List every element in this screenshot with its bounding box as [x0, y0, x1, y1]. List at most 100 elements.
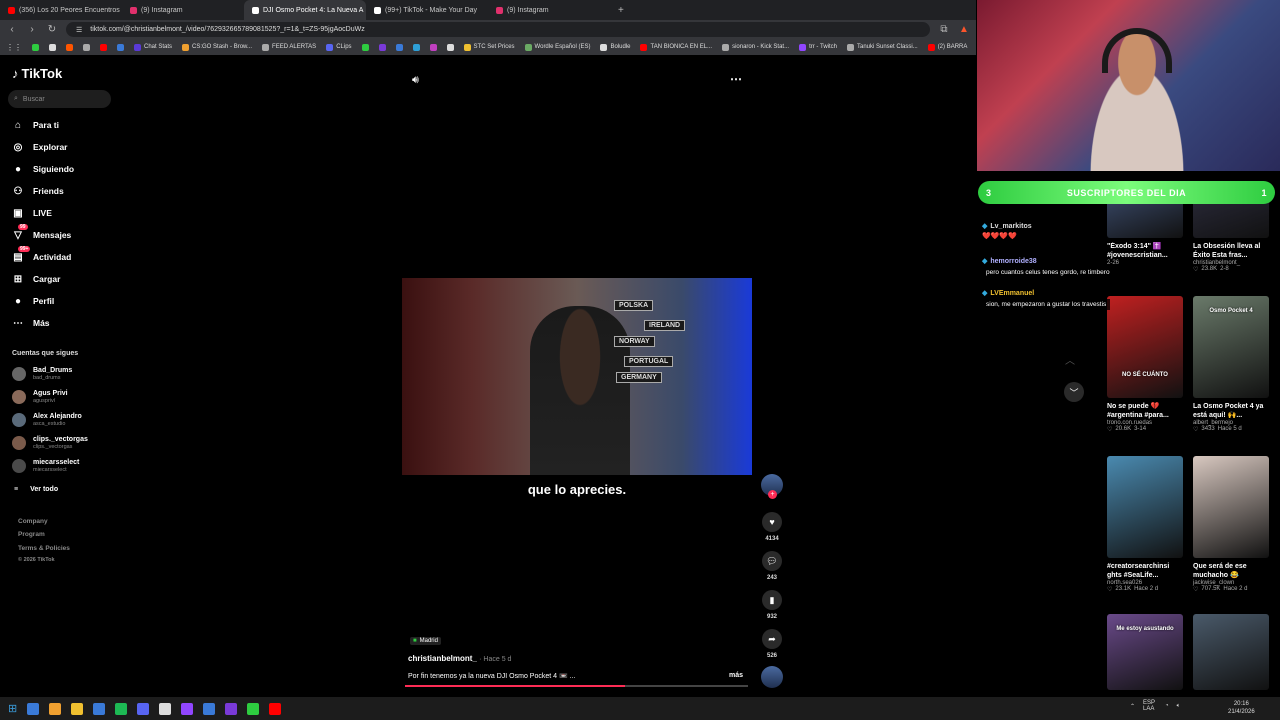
taskbar-app-icon[interactable] — [49, 702, 62, 715]
share-button[interactable]: ➦ 526 — [760, 629, 784, 659]
windows-start-icon[interactable]: ⊞ — [8, 702, 17, 715]
bookmark-item[interactable] — [32, 43, 39, 51]
footer-link[interactable]: Terms & Policies — [18, 545, 70, 552]
bookmark-item[interactable]: CS:GO Stash - Brow... — [182, 43, 252, 51]
chevron-up-icon[interactable]: ︿ — [1065, 352, 1075, 367]
related-video-card[interactable]: NO SÉ CUÁNTO No se puede 💔 #argentina #pa… — [1107, 296, 1183, 433]
nav-item-para-ti[interactable]: ⌂ Para ti — [12, 119, 59, 131]
video-thumbnail[interactable] — [1107, 456, 1183, 558]
bookmark-item[interactable] — [378, 43, 386, 51]
reload-icon[interactable]: ↻ — [46, 24, 58, 35]
taskbar-app-icon[interactable] — [181, 702, 194, 715]
taskbar-app-icon[interactable] — [247, 702, 260, 715]
like-button[interactable]: ♥ 4134 — [760, 512, 784, 542]
taskbar-app-icon[interactable] — [137, 702, 150, 715]
browser-tab[interactable]: (356) Los 20 Peores Encuentros Capt — [0, 0, 122, 20]
wifi-icon[interactable]: ◔ — [1165, 703, 1169, 709]
following-account[interactable]: Bad_Drums bad_drums — [12, 367, 72, 381]
url-field[interactable]: ☰ tiktok.com/@christianbelmont_/video/76… — [66, 22, 930, 37]
browser-tab[interactable]: (9) Instagram — [488, 0, 610, 20]
back-icon[interactable]: ‹ — [6, 24, 18, 35]
taskbar-app-icon[interactable] — [225, 702, 238, 715]
related-video-card[interactable] — [1193, 614, 1269, 690]
volume-icon[interactable]: 🔊︎ — [412, 74, 419, 87]
bookmark-item[interactable]: Boludle — [600, 43, 630, 51]
taskbar-app-icon[interactable] — [71, 702, 84, 715]
footer-link[interactable]: Company — [18, 518, 48, 525]
forward-icon[interactable]: › — [26, 24, 38, 35]
tray-lang[interactable]: ESP LAA — [1143, 700, 1157, 712]
comment-button[interactable]: 💬︎ 243 — [760, 551, 784, 581]
nav-item-siguiendo[interactable]: ● Siguiendo — [12, 163, 74, 175]
taskbar-app-icon[interactable] — [93, 702, 106, 715]
follow-plus-icon[interactable]: + — [768, 490, 777, 499]
taskbar-app-icon[interactable] — [27, 702, 40, 715]
more-options-icon[interactable]: ⋯ — [730, 72, 742, 86]
bookmark-item[interactable]: Tanuki Sunset Classi... — [846, 43, 918, 51]
video-thumbnail[interactable]: NO SÉ CUÁNTO — [1107, 296, 1183, 398]
tiktok-logo[interactable]: ♪ TikTok — [12, 66, 62, 81]
nav-item-cargar[interactable]: ⊞ Cargar — [12, 273, 61, 285]
bookmark-item[interactable]: (2) BARRA — [927, 43, 967, 51]
bookmark-item[interactable]: Wordle Español (ES) — [524, 43, 590, 51]
video-author[interactable]: christianbelmont_ · Hace 5 d — [408, 654, 511, 663]
chevron-down-icon[interactable]: ﹀ — [1064, 382, 1084, 402]
bookmark-item[interactable] — [429, 43, 437, 51]
tray-chevron-icon[interactable]: ⌃ — [1130, 703, 1135, 710]
video-progress-bar[interactable] — [405, 685, 748, 687]
video-thumbnail[interactable]: Osmo Pocket 4 — [1193, 296, 1269, 398]
bookmark-item[interactable] — [66, 43, 73, 51]
bookmark-item[interactable] — [361, 43, 369, 51]
bookmark-item[interactable]: TAN BIONICA EN EL... — [640, 43, 712, 51]
video-thumbnail[interactable] — [1193, 614, 1269, 690]
related-video-card[interactable]: Me estoy asustando — [1107, 614, 1183, 690]
browser-tab[interactable]: (9) Instagram — [122, 0, 244, 20]
new-tab-button[interactable]: + — [618, 5, 624, 16]
nav-item-perfil[interactable]: ● Perfil — [12, 295, 54, 307]
related-video-card[interactable]: Osmo Pocket 4 La Osmo Pocket 4 ya está aq… — [1193, 296, 1269, 433]
following-account[interactable]: Alex Alejandro asca_estudio — [12, 413, 82, 427]
nav-item-mensajes[interactable]: ▽ 99 Mensajes — [12, 224, 71, 241]
save-button[interactable]: ▮ 932 — [760, 590, 784, 620]
following-account[interactable]: clips._vectorgas clips._vectorgas — [12, 436, 88, 450]
taskbar-app-icon[interactable] — [115, 702, 128, 715]
bookmark-item[interactable] — [100, 43, 107, 51]
bookmark-item[interactable] — [49, 43, 56, 51]
browser-tab[interactable]: (99+) TikTok - Make Your Day — [366, 0, 488, 20]
nav-item-live[interactable]: ▣ LIVE — [12, 207, 52, 219]
extensions-icon[interactable]: ⧉ — [938, 24, 950, 35]
taskbar-app-icon[interactable] — [203, 702, 216, 715]
creator-avatar-button[interactable]: + — [760, 474, 784, 499]
brave-shield-icon[interactable]: ▲ — [958, 24, 970, 35]
related-video-card[interactable]: #creatorsearchinsi ghts #SeaLife... north… — [1107, 456, 1183, 593]
nav-item-explorar[interactable]: ◎ Explorar — [12, 141, 68, 153]
bookmark-item[interactable]: FEED ALERTAS — [262, 43, 316, 51]
more-description-button[interactable]: más — [729, 672, 743, 679]
nav-item-friends[interactable]: ⚇ Friends — [12, 185, 64, 197]
sound-avatar-button[interactable] — [760, 666, 784, 688]
bookmark-item[interactable]: Chat Stats — [134, 43, 172, 51]
browser-tab[interactable]: DJI Osmo Pocket 4: La Nueva A× — [244, 0, 366, 20]
bookmark-item[interactable]: STC Set Prices — [463, 43, 515, 51]
related-video-card[interactable]: Que será de ese muchacho 😂 jackwise_clown… — [1193, 456, 1269, 593]
bookmark-item[interactable] — [83, 43, 90, 51]
bookmark-item[interactable] — [446, 43, 454, 51]
site-info-icon[interactable]: ☰ — [76, 26, 82, 34]
following-account[interactable]: miecarsselect miecarsselect — [12, 459, 79, 473]
video-player[interactable]: POLSKA IRELAND NORWAY PORTUGAL GERMANY — [402, 278, 752, 475]
video-thumbnail[interactable] — [1193, 456, 1269, 558]
taskbar-app-icon[interactable] — [269, 702, 282, 715]
apps-icon[interactable]: ⋮⋮ — [6, 43, 22, 52]
search-input[interactable]: ⌕ Buscar — [8, 90, 111, 108]
following-account[interactable]: Agus Privi aguspriví — [12, 390, 68, 404]
bookmark-item[interactable]: sionaron - Kick Stat... — [722, 43, 789, 51]
nav-item-más[interactable]: ⋯ Más — [12, 317, 50, 329]
bookmark-item[interactable] — [117, 43, 124, 51]
footer-link[interactable]: Program — [18, 531, 45, 538]
video-thumbnail[interactable]: Me estoy asustando — [1107, 614, 1183, 690]
see-all-button[interactable]: ≡ Ver todo — [14, 486, 58, 493]
bookmark-item[interactable] — [412, 43, 420, 51]
bookmark-item[interactable]: CLips — [326, 43, 352, 51]
location-tag[interactable]: ■ Madrid — [410, 637, 441, 645]
bookmark-item[interactable]: trr - Twitch — [799, 43, 837, 51]
